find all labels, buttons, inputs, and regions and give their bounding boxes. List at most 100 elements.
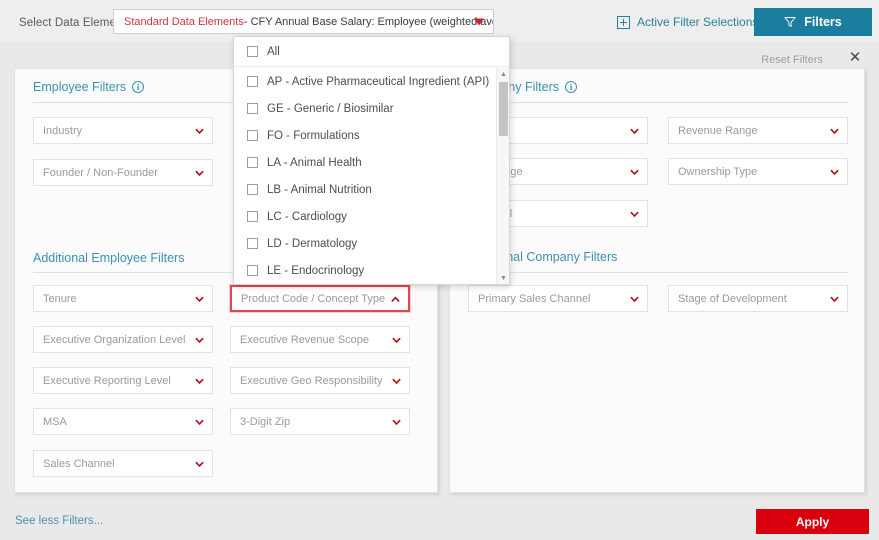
- active-filter-selections-button[interactable]: Active Filter Selections: [617, 15, 758, 29]
- dropdown-option[interactable]: FO - Formulations: [234, 122, 509, 149]
- dropdown-option-label: LE - Endocrinology: [267, 264, 365, 277]
- filter-founder-non-founder-label: Founder / Non-Founder: [43, 166, 158, 179]
- filter-primary-sales-channel[interactable]: Primary Sales Channel: [468, 285, 648, 312]
- company-filters-divider: [468, 102, 848, 103]
- filter-msa[interactable]: MSA: [33, 408, 213, 435]
- dropdown-option[interactable]: LB - Animal Nutrition: [234, 176, 509, 203]
- filter-product-code-concept-type[interactable]: Product Code / Concept Type: [230, 285, 410, 312]
- plus-box-icon: [617, 15, 630, 29]
- chevron-down-icon: [630, 296, 639, 302]
- filter-msa-label: MSA: [43, 415, 67, 428]
- dropdown-scrollbar[interactable]: ▲ ▼: [496, 68, 509, 284]
- chevron-down-icon: [195, 170, 204, 176]
- chevron-down-icon: [195, 461, 204, 467]
- dropdown-option-label: GE - Generic / Biosimilar: [267, 102, 394, 115]
- chevron-up-icon: [391, 295, 400, 302]
- dropdown-option[interactable]: LC - Cardiology: [234, 203, 509, 230]
- filter-executive-reporting-level[interactable]: Executive Reporting Level: [33, 367, 213, 394]
- dropdown-option[interactable]: LE - Endocrinology: [234, 257, 509, 284]
- filter-revenue-range-label: Revenue Range: [678, 124, 758, 137]
- filter-executive-geo-responsibility-label: Executive Geo Responsibility: [240, 374, 383, 387]
- see-less-filters-link[interactable]: See less Filters...: [15, 515, 103, 527]
- dropdown-option-label: LB - Animal Nutrition: [267, 183, 372, 196]
- dropdown-option[interactable]: LD - Dermatology: [234, 230, 509, 257]
- chevron-down-icon: [630, 211, 639, 217]
- data-element-value: - CFY Annual Base Salary: Employee (weig…: [243, 15, 493, 28]
- data-element-select[interactable]: Standard Data Elements - CFY Annual Base…: [113, 9, 494, 34]
- employee-filters-title: Employee Filters i: [33, 80, 145, 94]
- dropdown-option-label: AP - Active Pharmaceutical Ingredient (A…: [267, 75, 490, 88]
- filter-executive-revenue-scope[interactable]: Executive Revenue Scope: [230, 326, 410, 353]
- filter-tenure[interactable]: Tenure: [33, 285, 213, 312]
- dropdown-option-all-label: All: [267, 45, 280, 58]
- filter-sales-channel-label: Sales Channel: [43, 457, 115, 470]
- dropdown-options-list[interactable]: AP - Active Pharmaceutical Ingredient (A…: [234, 68, 509, 284]
- filter-executive-reporting-level-label: Executive Reporting Level: [43, 374, 171, 387]
- dropdown-option-all[interactable]: All: [234, 37, 509, 67]
- checkbox-icon[interactable]: [247, 46, 258, 57]
- scroll-up-arrow-icon[interactable]: ▲: [497, 68, 509, 80]
- company-filters-panel: Company Filters i nt Range Capital Reven…: [449, 68, 865, 493]
- filter-ownership-type[interactable]: Ownership Type: [668, 158, 848, 185]
- filter-executive-revenue-scope-label: Executive Revenue Scope: [240, 333, 370, 346]
- chevron-down-icon: [630, 169, 639, 175]
- chevron-down-icon: [195, 378, 204, 384]
- filter-3-digit-zip-label: 3-Digit Zip: [240, 415, 291, 428]
- chevron-down-icon: [195, 419, 204, 425]
- filter-stage-of-development[interactable]: Stage of Development: [668, 285, 848, 312]
- additional-company-filters-divider: [468, 272, 848, 273]
- filter-primary-sales-channel-label: Primary Sales Channel: [478, 292, 591, 305]
- data-element-category: Standard Data Elements: [124, 15, 244, 28]
- reset-filters-button[interactable]: Reset Filters: [761, 54, 823, 66]
- apply-button-label: Apply: [795, 514, 830, 529]
- scroll-down-arrow-icon[interactable]: ▼: [497, 272, 509, 284]
- additional-employee-filters-title-label: Additional Employee Filters: [33, 251, 185, 265]
- caret-down-icon[interactable]: [474, 18, 484, 25]
- filter-stage-of-development-label: Stage of Development: [678, 292, 787, 305]
- apply-button[interactable]: Apply: [756, 509, 869, 534]
- filter-sales-channel[interactable]: Sales Channel: [33, 450, 213, 477]
- filter-ownership-type-label: Ownership Type: [678, 165, 758, 178]
- checkbox-icon[interactable]: [247, 157, 258, 168]
- dropdown-option[interactable]: AP - Active Pharmaceutical Ingredient (A…: [234, 68, 509, 95]
- filter-product-code-concept-type-label: Product Code / Concept Type: [241, 292, 386, 305]
- filter-tenure-label: Tenure: [43, 292, 77, 305]
- checkbox-icon[interactable]: [247, 130, 258, 141]
- dropdown-option-label: FO - Formulations: [267, 129, 360, 142]
- filter-executive-organization-level[interactable]: Executive Organization Level: [33, 326, 213, 353]
- chevron-down-icon: [830, 128, 839, 134]
- product-code-dropdown[interactable]: All AP - Active Pharmaceutical Ingredien…: [233, 36, 510, 285]
- chevron-down-icon: [195, 296, 204, 302]
- chevron-down-icon: [392, 378, 401, 384]
- checkbox-icon[interactable]: [247, 103, 258, 114]
- dropdown-option-label: LA - Animal Health: [267, 156, 362, 169]
- filter-executive-geo-responsibility[interactable]: Executive Geo Responsibility: [230, 367, 410, 394]
- checkbox-icon[interactable]: [247, 76, 258, 87]
- dropdown-option[interactable]: GE - Generic / Biosimilar: [234, 95, 509, 122]
- checkbox-icon[interactable]: [247, 265, 258, 276]
- chevron-down-icon: [195, 337, 204, 343]
- close-icon[interactable]: ✕: [847, 50, 863, 66]
- filter-industry[interactable]: Industry: [33, 117, 213, 144]
- filters-button[interactable]: Filters: [754, 8, 872, 36]
- dropdown-option[interactable]: LA - Animal Health: [234, 149, 509, 176]
- chevron-down-icon: [392, 419, 401, 425]
- checkbox-icon[interactable]: [247, 211, 258, 222]
- filter-industry-label: Industry: [43, 124, 83, 137]
- filter-executive-organization-level-label: Executive Organization Level: [43, 333, 186, 346]
- info-icon: i: [565, 81, 577, 93]
- scrollbar-thumb[interactable]: [499, 82, 508, 136]
- chevron-down-icon: [830, 169, 839, 175]
- filter-3-digit-zip[interactable]: 3-Digit Zip: [230, 408, 410, 435]
- dropdown-option-label: LC - Cardiology: [267, 210, 347, 223]
- chevron-down-icon: [830, 296, 839, 302]
- filter-revenue-range[interactable]: Revenue Range: [668, 117, 848, 144]
- additional-employee-filters-title: Additional Employee Filters: [33, 251, 184, 265]
- checkbox-icon[interactable]: [247, 184, 258, 195]
- funnel-icon: [784, 17, 796, 27]
- active-filter-selections-label: Active Filter Selections: [637, 15, 759, 29]
- filters-button-label: Filters: [804, 15, 842, 29]
- checkbox-icon[interactable]: [247, 238, 258, 249]
- select-data-element-label: Select Data Element: [19, 17, 126, 29]
- filter-founder-non-founder[interactable]: Founder / Non-Founder: [33, 159, 213, 186]
